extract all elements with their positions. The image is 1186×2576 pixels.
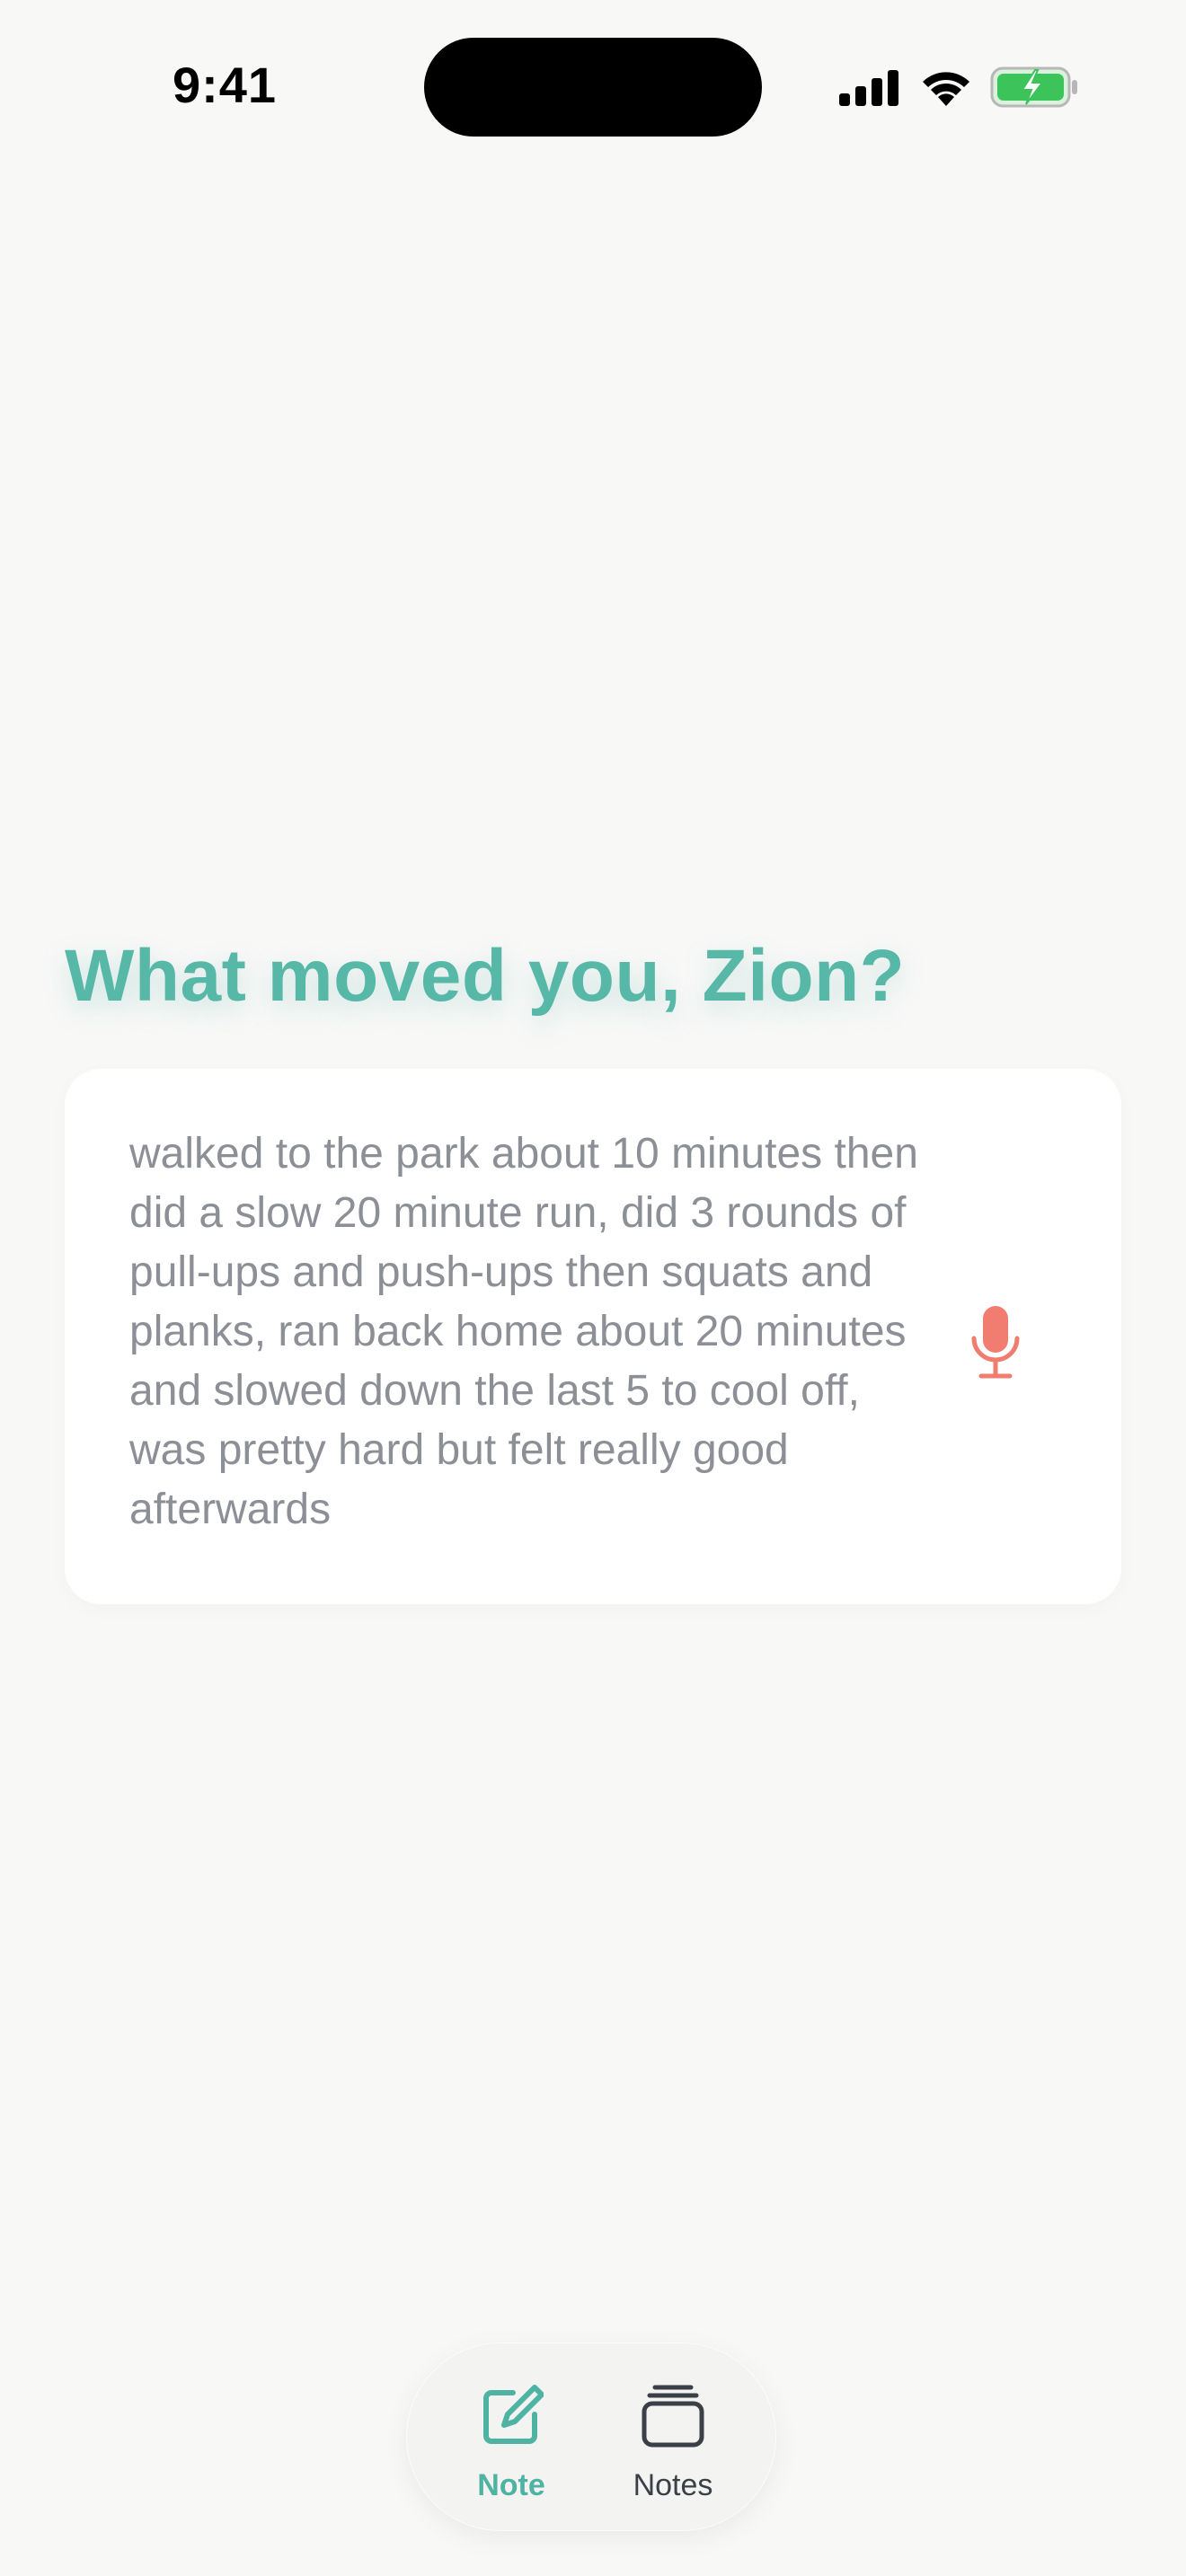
battery-charging-icon xyxy=(990,66,1077,108)
entry-text[interactable]: walked to the park about 10 minutes then… xyxy=(129,1125,920,1539)
tab-notes[interactable]: Notes xyxy=(606,2342,740,2531)
tab-bar: Note Notes xyxy=(406,2342,776,2531)
entry-card[interactable]: walked to the park about 10 minutes then… xyxy=(65,1069,1121,1604)
microphone-icon[interactable] xyxy=(969,1304,1022,1381)
dynamic-island xyxy=(424,38,762,137)
prompt-heading: What moved you, Zion? xyxy=(65,935,906,1017)
tab-notes-label: Notes xyxy=(633,2468,713,2502)
tab-note-label: Note xyxy=(477,2468,545,2502)
compose-icon xyxy=(483,2385,544,2444)
stack-icon xyxy=(642,2385,704,2448)
wifi-icon xyxy=(923,72,969,106)
screen: 9:41 What moved you, Zion? walked to the… xyxy=(0,0,1186,2576)
status-bar: 9:41 xyxy=(0,0,1186,153)
tab-note[interactable]: Note xyxy=(444,2342,579,2531)
status-time: 9:41 xyxy=(172,57,278,113)
cellular-signal-icon xyxy=(839,70,898,106)
